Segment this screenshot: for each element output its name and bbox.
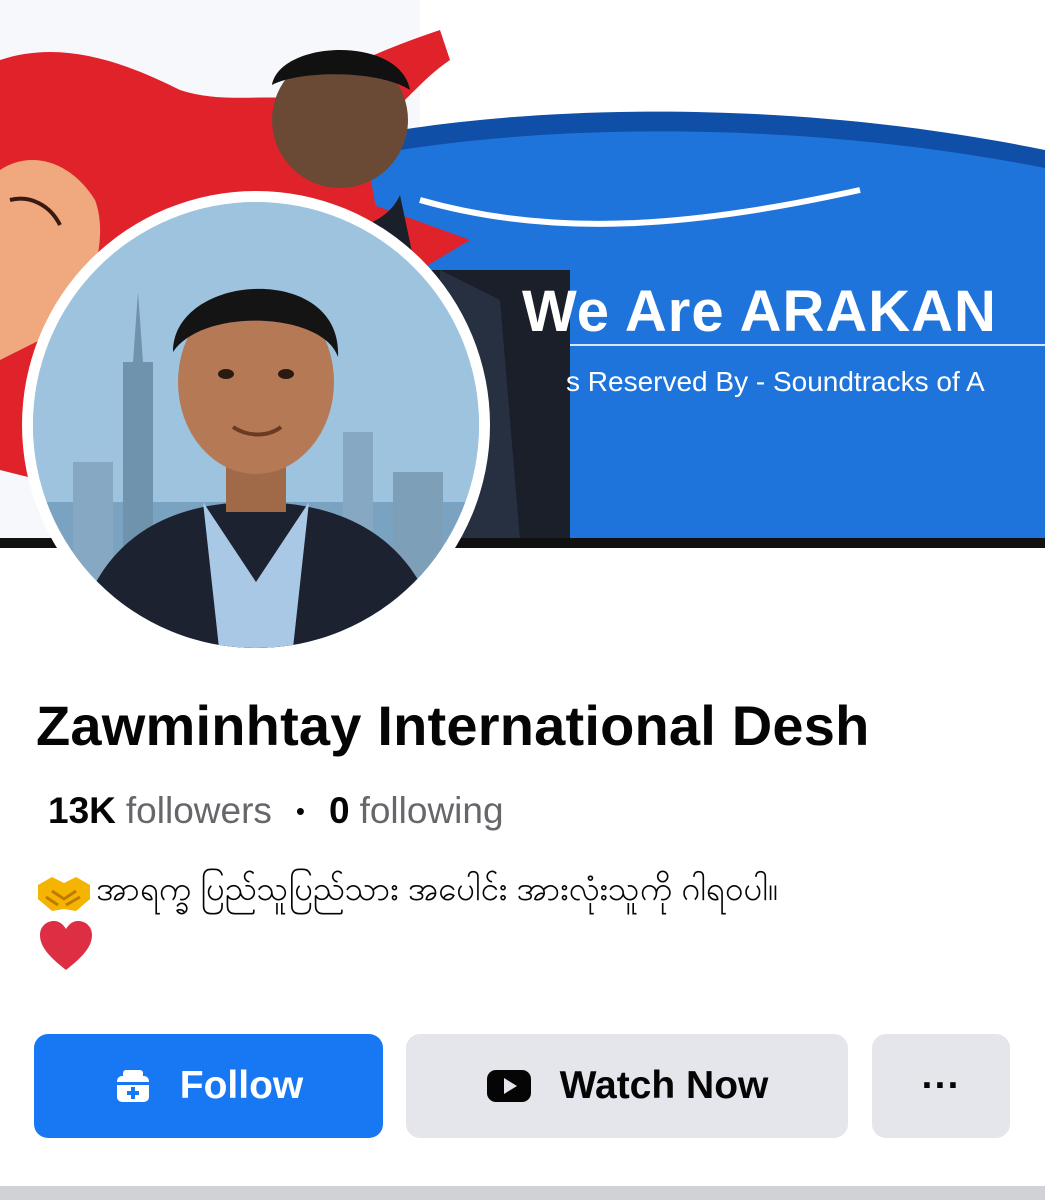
following-label[interactable]: following <box>360 790 504 832</box>
play-icon <box>486 1069 532 1103</box>
more-icon: ··· <box>921 1064 961 1107</box>
watch-label: Watch Now <box>559 1064 769 1107</box>
followers-label[interactable]: followers <box>126 790 272 832</box>
section-divider <box>0 1186 1045 1200</box>
follower-stats: 13K followers • 0 following <box>48 790 504 832</box>
avatar-portrait <box>33 202 479 648</box>
profile-picture[interactable] <box>22 191 490 659</box>
separator-dot: • <box>295 795 305 826</box>
heart-icon <box>40 921 92 970</box>
follow-label: Follow <box>179 1064 304 1107</box>
cover-subtitle: s Reserved By - Soundtracks of A <box>566 366 985 397</box>
more-options-button[interactable]: ··· <box>872 1034 1010 1138</box>
following-count[interactable]: 0 <box>329 790 350 832</box>
follow-button[interactable]: Follow <box>34 1034 383 1138</box>
watch-now-button[interactable]: Watch Now <box>406 1034 848 1138</box>
avatar <box>33 202 479 648</box>
follow-icon <box>114 1067 152 1105</box>
followers-count[interactable]: 13K <box>48 790 116 832</box>
page-title: Zawminhtay International Desh <box>36 694 870 757</box>
bio-text: အာရက္ခ ပြည်သူပြည်သား အပေါင်း အားလုံးသူကိ… <box>96 870 778 907</box>
bio: အာရက္ခ ပြည်သူပြည်သား အပေါင်း အားလုံးသူကိ… <box>36 868 778 917</box>
heart-line <box>38 920 94 977</box>
cover-title: We Are ARAKAN <box>522 279 997 344</box>
handshake-icon <box>38 876 90 911</box>
